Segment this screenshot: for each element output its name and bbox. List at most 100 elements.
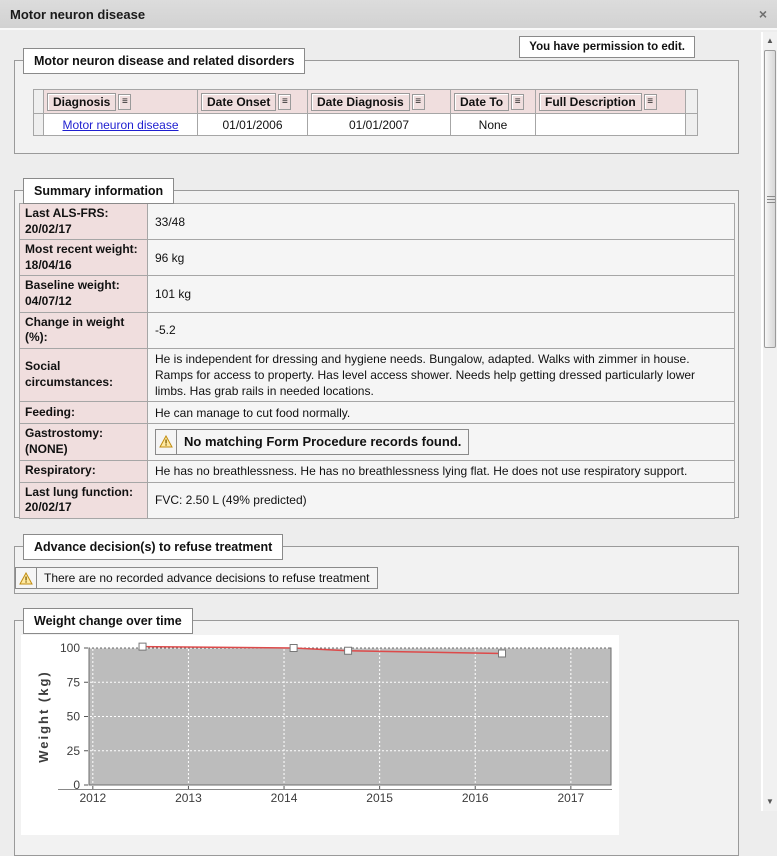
summary-legend: Summary information [23, 178, 175, 204]
row-label: Last ALS-FRS: 20/02/17 [19, 202, 148, 241]
label-date: 04/07/12 [25, 293, 72, 308]
weight-chart-fieldset: Weight change over time 0 25 50 75 100 2012 20… [14, 608, 739, 856]
row-label: Last lung function: 20/02/17 [19, 481, 148, 519]
row-value: No matching Form Procedure records found… [147, 423, 735, 461]
label-text: Feeding: [25, 405, 75, 420]
label-text: Change in weight (%): [25, 314, 125, 345]
diagnosis-link[interactable]: Motor neuron disease [62, 118, 178, 132]
svg-text:2017: 2017 [557, 791, 584, 805]
label-text: Last ALS-FRS: [25, 206, 109, 220]
summary-table: Last ALS-FRS: 20/02/17 33/48 Most recent… [19, 202, 735, 519]
disorders-table: Diagnosis ≡ Date Onset ≡ Date Diagnosis ≡ D… [33, 89, 698, 136]
warning-triangle-icon [16, 568, 37, 588]
svg-text:2016: 2016 [462, 791, 489, 805]
table-row: Motor neuron disease 01/01/2006 01/01/20… [33, 113, 698, 136]
label-date: (NONE) [25, 441, 68, 456]
svg-text:50: 50 [67, 710, 81, 724]
disorders-header-row: Diagnosis ≡ Date Onset ≡ Date Diagnosis ≡ D… [33, 89, 698, 114]
column-header-date-onset: Date Onset ≡ [197, 89, 308, 114]
summary-row-gastrostomy: Gastrostomy: (NONE) No matching Form Pro… [19, 423, 735, 461]
row-value: 101 kg [147, 275, 735, 313]
scroll-down-icon[interactable]: ▼ [763, 795, 777, 809]
sort-date-diagnosis-button[interactable]: Date Diagnosis [311, 92, 410, 111]
advance-decisions-fieldset: Advance decision(s) to refuse treatment … [14, 534, 739, 594]
summary-row-weight-change: Change in weight (%): -5.2 [19, 311, 735, 349]
warning-box: No matching Form Procedure records found… [155, 429, 470, 455]
weight-chart-legend: Weight change over time [23, 608, 193, 634]
svg-text:100: 100 [60, 641, 80, 655]
date-diagnosis-cell: 01/01/2007 [307, 113, 451, 136]
row-value: -5.2 [147, 311, 735, 349]
label-text: Gastrostomy: [25, 426, 104, 441]
summary-row-respiratory: Respiratory: He has no breathlessness. H… [19, 459, 735, 483]
column-header-diagnosis: Diagnosis ≡ [43, 89, 198, 114]
row-label: Baseline weight: 04/07/12 [19, 275, 148, 313]
warning-triangle-icon [156, 430, 177, 454]
weight-line-chart: 02550751002012 2013 2014 2015 2016 2017Weight… [36, 641, 612, 805]
scrollbar-grip-icon [767, 196, 775, 203]
sort-date-to-button[interactable]: Date To [454, 92, 510, 111]
full-description-cell [535, 113, 686, 136]
label-date: 20/02/17 [25, 221, 72, 236]
svg-text:2014: 2014 [271, 791, 298, 805]
row-value: He is independent for dressing and hygie… [147, 347, 735, 403]
advance-decisions-legend: Advance decision(s) to refuse treatment [23, 534, 284, 560]
vertical-scrollbar[interactable]: ▲ ▼ [761, 32, 777, 811]
svg-text:Weight (kg): Weight (kg) [36, 670, 51, 763]
permission-badge: You have permission to edit. [519, 36, 695, 58]
filter-menu-icon[interactable]: ≡ [278, 94, 292, 111]
sort-full-description-button[interactable]: Full Description [539, 92, 642, 111]
edge-cell [685, 113, 698, 136]
svg-text:25: 25 [67, 744, 81, 758]
title-bar: Motor neuron disease × [0, 0, 777, 30]
column-header-date-diagnosis: Date Diagnosis ≡ [307, 89, 451, 114]
svg-text:75: 75 [67, 675, 81, 689]
label-date: 18/04/16 [25, 257, 72, 272]
summary-row-social: Social circumstances: He is independent … [19, 347, 735, 403]
summary-fieldset: Summary information Last ALS-FRS: 20/02/… [14, 178, 739, 519]
summary-row-lung-function: Last lung function: 20/02/17 FVC: 2.50 L… [19, 481, 735, 519]
row-value: He has no breathlessness. He has no brea… [147, 459, 735, 483]
row-label: Change in weight (%): [19, 311, 148, 349]
weight-chart: 0 25 50 75 100 2012 2013 2014 2015 2016 2017 Weight… [21, 635, 619, 835]
label-date: 20/02/17 [25, 500, 72, 515]
row-value: 33/48 [147, 202, 735, 241]
close-icon[interactable]: × [759, 7, 767, 21]
disorders-legend: Motor neuron disease and related disorde… [23, 48, 306, 74]
summary-row-recent-weight: Most recent weight: 18/04/16 96 kg [19, 239, 735, 277]
svg-text:2013: 2013 [175, 791, 202, 805]
row-value: FVC: 2.50 L (49% predicted) [147, 481, 735, 519]
svg-text:2015: 2015 [366, 791, 393, 805]
scroll-up-icon[interactable]: ▲ [763, 34, 777, 48]
row-label: Feeding: [19, 401, 148, 425]
label-text: Last lung function: [25, 484, 133, 499]
page-title: Motor neuron disease [10, 6, 146, 22]
filter-menu-icon[interactable]: ≡ [411, 94, 425, 111]
warning-box: There are no recorded advance decisions … [15, 567, 378, 589]
scrollbar-thumb[interactable] [764, 50, 776, 348]
sort-diagnosis-button[interactable]: Diagnosis [47, 92, 117, 111]
svg-text:2012: 2012 [79, 791, 106, 805]
row-value: 96 kg [147, 239, 735, 277]
summary-row-baseline-weight: Baseline weight: 04/07/12 101 kg [19, 275, 735, 313]
row-label: Social circumstances: [19, 347, 148, 403]
row-label: Gastrostomy: (NONE) [19, 423, 148, 461]
warning-text: No matching Form Procedure records found… [184, 434, 462, 450]
filter-menu-icon[interactable]: ≡ [643, 94, 657, 111]
row-label: Most recent weight: 18/04/16 [19, 239, 148, 277]
label-text: Most recent weight: [25, 242, 138, 257]
sort-date-onset-button[interactable]: Date Onset [201, 92, 277, 111]
filter-menu-icon[interactable]: ≡ [511, 94, 525, 111]
warning-text: There are no recorded advance decisions … [44, 571, 370, 585]
edge-cell [685, 89, 698, 114]
filter-menu-icon[interactable]: ≡ [118, 94, 132, 111]
date-to-cell: None [450, 113, 536, 136]
label-text: Social circumstances: [25, 359, 114, 390]
content-area: You have permission to edit. Motor neuro… [0, 32, 761, 856]
label-text: Baseline weight: [25, 278, 120, 293]
row-value: He can manage to cut food normally. [147, 401, 735, 425]
summary-row-als-frs: Last ALS-FRS: 20/02/17 33/48 [19, 202, 735, 241]
edge-cell [33, 89, 44, 114]
column-header-date-to: Date To ≡ [450, 89, 536, 114]
diagnosis-cell: Motor neuron disease [43, 113, 198, 136]
